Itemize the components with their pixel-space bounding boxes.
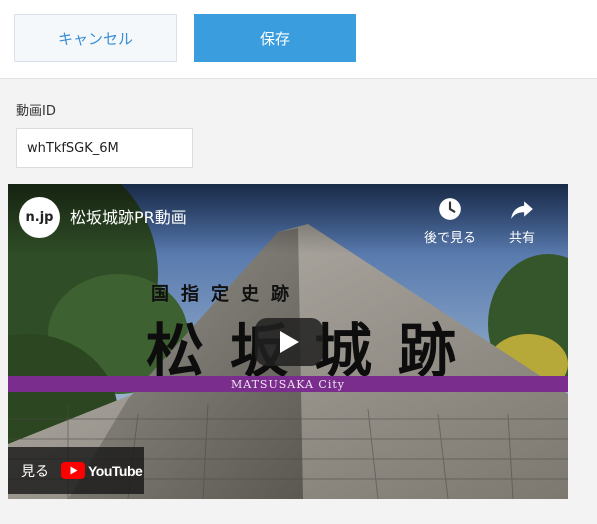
video-title[interactable]: 松坂城跡PR動画 [70,204,187,228]
video-embed[interactable]: n.jp 松坂城跡PR動画 後で見る 共有 国指定史跡 松坂城跡 MATSUSA… [8,184,568,499]
thumbnail-banner: MATSUSAKA City [8,376,568,392]
toolbar: キャンセル 保存 [0,0,597,79]
watch-later-button[interactable]: 後で見る [418,196,482,246]
share-arrow-icon [511,201,533,219]
watch-on-label: 見る [21,463,49,480]
youtube-wordmark: YouTube [88,462,143,479]
play-button[interactable] [255,318,323,366]
save-button[interactable]: 保存 [194,14,356,62]
channel-avatar[interactable]: n.jp [19,197,60,238]
play-icon [280,331,299,353]
youtube-logo-icon [61,462,85,479]
video-id-label: 動画ID [16,104,56,119]
thumbnail-heading-small: 国指定史跡 [151,284,301,305]
watch-later-label: 後で見る [423,231,476,246]
youtube-logo: YouTube [61,462,143,479]
watch-on-youtube-button[interactable]: 見る YouTube [8,447,144,494]
video-id-input[interactable] [16,128,193,168]
share-button[interactable]: 共有 [490,196,554,246]
share-label: 共有 [508,231,535,246]
clock-icon [439,198,461,220]
channel-logo-text: n.jp [25,210,54,225]
cancel-button[interactable]: キャンセル [14,14,177,62]
thumbnail-banner-text: MATSUSAKA City [230,377,345,391]
